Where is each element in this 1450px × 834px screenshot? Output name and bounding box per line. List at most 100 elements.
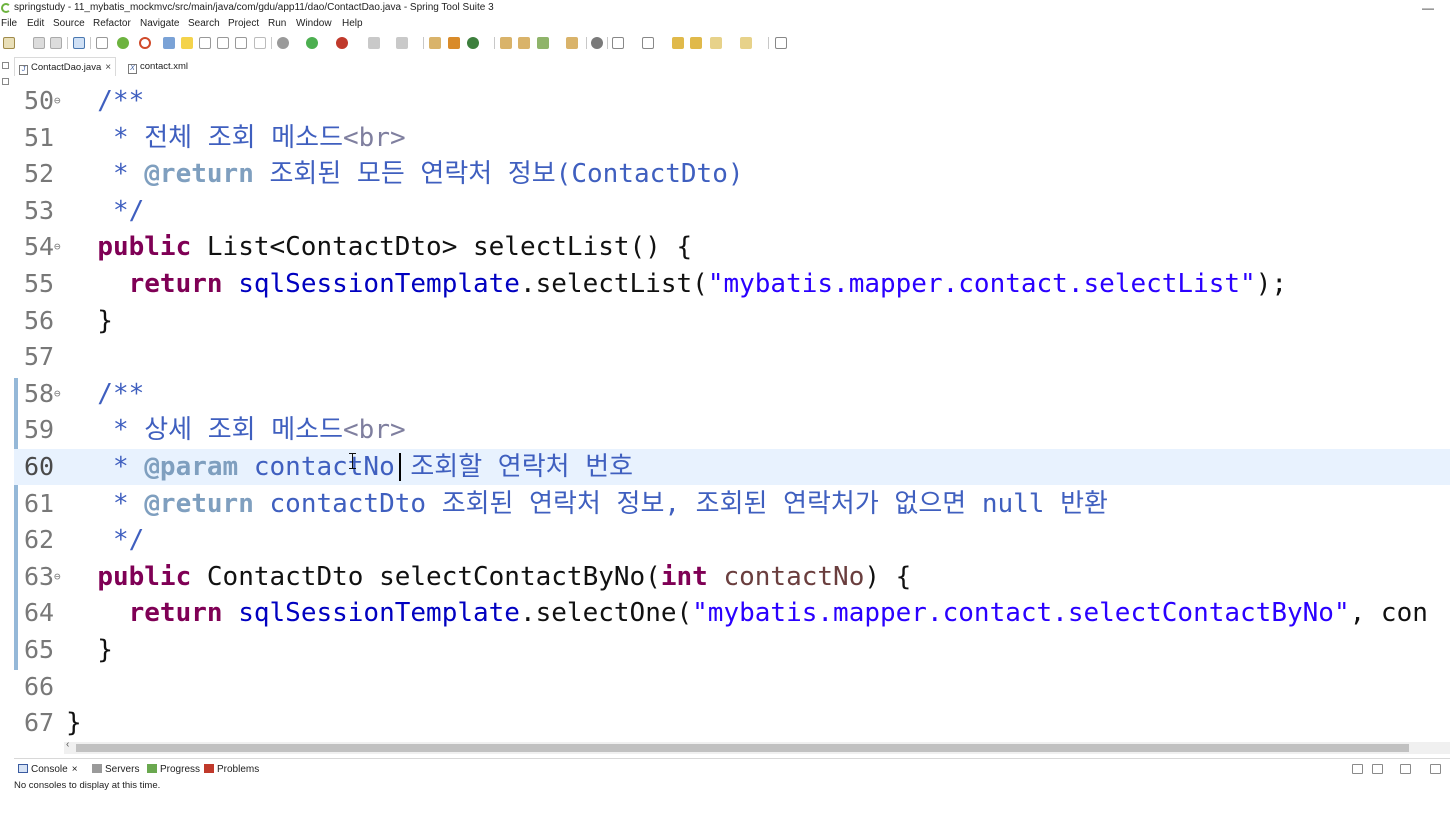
code-line[interactable]: 58 ⊖ /** (14, 376, 1450, 412)
code-token: /** (66, 86, 145, 116)
code-line[interactable]: 61 * @return contactDto 조회된 연락처 정보, 조회된 … (14, 486, 1450, 522)
minimize-button[interactable]: — (1422, 0, 1434, 16)
spring-boot-icon[interactable] (117, 37, 129, 49)
previous-annotation-icon[interactable] (642, 37, 654, 49)
tab-contactdao-java[interactable]: J ContactDao.java × (14, 57, 117, 77)
deploy-icon[interactable] (396, 37, 408, 49)
display-console-icon[interactable] (1372, 764, 1383, 774)
code-line[interactable]: 64 return sqlSessionTemplate.selectOne("… (14, 595, 1450, 631)
open-console-icon[interactable] (1400, 764, 1411, 774)
toolbar-separator (271, 37, 272, 49)
menu-bar: File Edit Source Refactor Navigate Searc… (0, 16, 1450, 31)
mark-occurrences-icon[interactable] (181, 37, 193, 49)
menu-help[interactable]: Help (342, 16, 363, 31)
code-token: <br> (343, 415, 406, 446)
close-icon[interactable]: × (72, 764, 78, 775)
debug-icon[interactable] (277, 37, 289, 49)
bottom-panel: Console × Servers Progress Problems No co… (14, 758, 1450, 834)
fold-toggle-icon[interactable]: ⊖ (54, 83, 61, 119)
menu-window[interactable]: Window (296, 16, 332, 31)
new-package-icon[interactable] (448, 37, 460, 49)
new-icon[interactable] (3, 37, 15, 49)
code-line[interactable]: 59 * 상세 조회 메소드<br> (14, 412, 1450, 448)
tab-contact-xml[interactable]: Xcontact.xml (124, 57, 188, 76)
toolbar-separator (607, 37, 608, 49)
pin-icon[interactable] (163, 37, 175, 49)
next-annotation-icon[interactable] (612, 37, 624, 49)
refresh-icon[interactable] (139, 37, 151, 49)
fold-toggle-icon[interactable]: ⊖ (54, 559, 61, 595)
code-line[interactable]: 51 * 전체 조회 메소드<br> (14, 120, 1450, 156)
code-line[interactable]: 62 */ (14, 522, 1450, 558)
open-task-icon[interactable] (518, 37, 530, 49)
code-line[interactable]: 55 return sqlSessionTemplate.selectList(… (14, 266, 1450, 302)
terminal-icon[interactable] (73, 37, 85, 49)
code-token: * 상세 조회 메소드 (66, 415, 344, 446)
search-icon[interactable] (566, 37, 578, 49)
tab-servers[interactable]: Servers (92, 762, 139, 778)
menu-edit[interactable]: Edit (27, 16, 44, 31)
globe-icon[interactable] (591, 37, 603, 49)
save-all-icon[interactable] (50, 37, 62, 49)
last-edit-location-icon[interactable] (672, 37, 684, 49)
scrollbar-thumb[interactable] (76, 744, 1409, 752)
tab-problems[interactable]: Problems (204, 762, 259, 778)
code-token: } (66, 305, 113, 336)
tab-progress[interactable]: Progress (147, 762, 200, 778)
code-line[interactable]: 63 ⊖ public ContactDto selectContactByNo(… (14, 559, 1450, 595)
minimize-panel-icon[interactable] (1430, 764, 1441, 774)
open-perspective-icon[interactable] (775, 37, 787, 49)
stop-icon[interactable] (368, 37, 380, 49)
open-type-icon[interactable] (500, 37, 512, 49)
block-selection-icon[interactable] (217, 37, 229, 49)
menu-search[interactable]: Search (188, 16, 220, 31)
menu-run[interactable]: Run (268, 16, 286, 31)
new-java-project-icon[interactable] (429, 37, 441, 49)
fold-toggle-icon[interactable]: ⊖ (54, 376, 61, 412)
code-token: * (66, 452, 145, 482)
code-line[interactable]: 53 */ (14, 193, 1450, 229)
code-text: public ContactDto selectContactByNo(int … (66, 559, 911, 595)
paragraph-icon[interactable] (254, 37, 266, 49)
fold-toggle-icon[interactable]: ⊖ (54, 229, 61, 265)
code-line[interactable]: 60 * @param contactNo 조회할 연락처 번호 (14, 449, 1450, 485)
menu-navigate[interactable]: Navigate (140, 16, 179, 31)
code-line[interactable]: 57 (14, 339, 1450, 375)
pin-console-icon[interactable] (1352, 764, 1363, 774)
run-icon[interactable] (306, 37, 318, 49)
back-icon[interactable] (690, 37, 702, 49)
line-number: 67 (24, 708, 55, 738)
skip-breakpoints-icon[interactable] (96, 37, 108, 49)
code-line[interactable]: 67} (14, 705, 1450, 741)
code-line[interactable]: 65 } (14, 632, 1450, 668)
package-explorer-icon[interactable] (2, 78, 9, 85)
horizontal-scrollbar[interactable]: ‹ (64, 739, 1450, 754)
close-icon[interactable]: × (105, 58, 111, 77)
show-whitespace-icon[interactable] (235, 37, 247, 49)
navigate-back-icon[interactable] (710, 37, 722, 49)
word-wrap-icon[interactable] (199, 37, 211, 49)
save-icon[interactable] (33, 37, 45, 49)
tab-console[interactable]: Console × (18, 762, 78, 778)
code-line[interactable]: 66 (14, 669, 1450, 705)
external-tools-icon[interactable] (336, 37, 348, 49)
code-line[interactable]: 54 ⊖ public List<ContactDto> selectList()… (14, 229, 1450, 265)
code-line[interactable]: 50 ⊖ /** (14, 83, 1450, 119)
code-editor[interactable]: 50 ⊖ /** 51 * 전체 조회 메소드<br> 52 * @return 조회… (14, 80, 1450, 742)
code-token: contactNo 조회할 연락처 번호 (238, 452, 634, 482)
code-line[interactable]: 52 * @return 조회된 모든 연락처 정보(ContactDto) (14, 156, 1450, 192)
open-resource-icon[interactable] (537, 37, 549, 49)
code-line[interactable]: 56 } (14, 303, 1450, 339)
mouse-ibeam-cursor (348, 451, 357, 471)
scroll-left-icon[interactable]: ‹ (66, 739, 69, 750)
menu-source[interactable]: Source (53, 16, 85, 31)
new-class-icon[interactable] (467, 37, 479, 49)
menu-file[interactable]: File (1, 16, 17, 31)
menu-refactor[interactable]: Refactor (93, 16, 131, 31)
navigate-forward-icon[interactable] (740, 37, 752, 49)
menu-project[interactable]: Project (228, 16, 259, 31)
restore-view-icon[interactable] (2, 62, 9, 69)
